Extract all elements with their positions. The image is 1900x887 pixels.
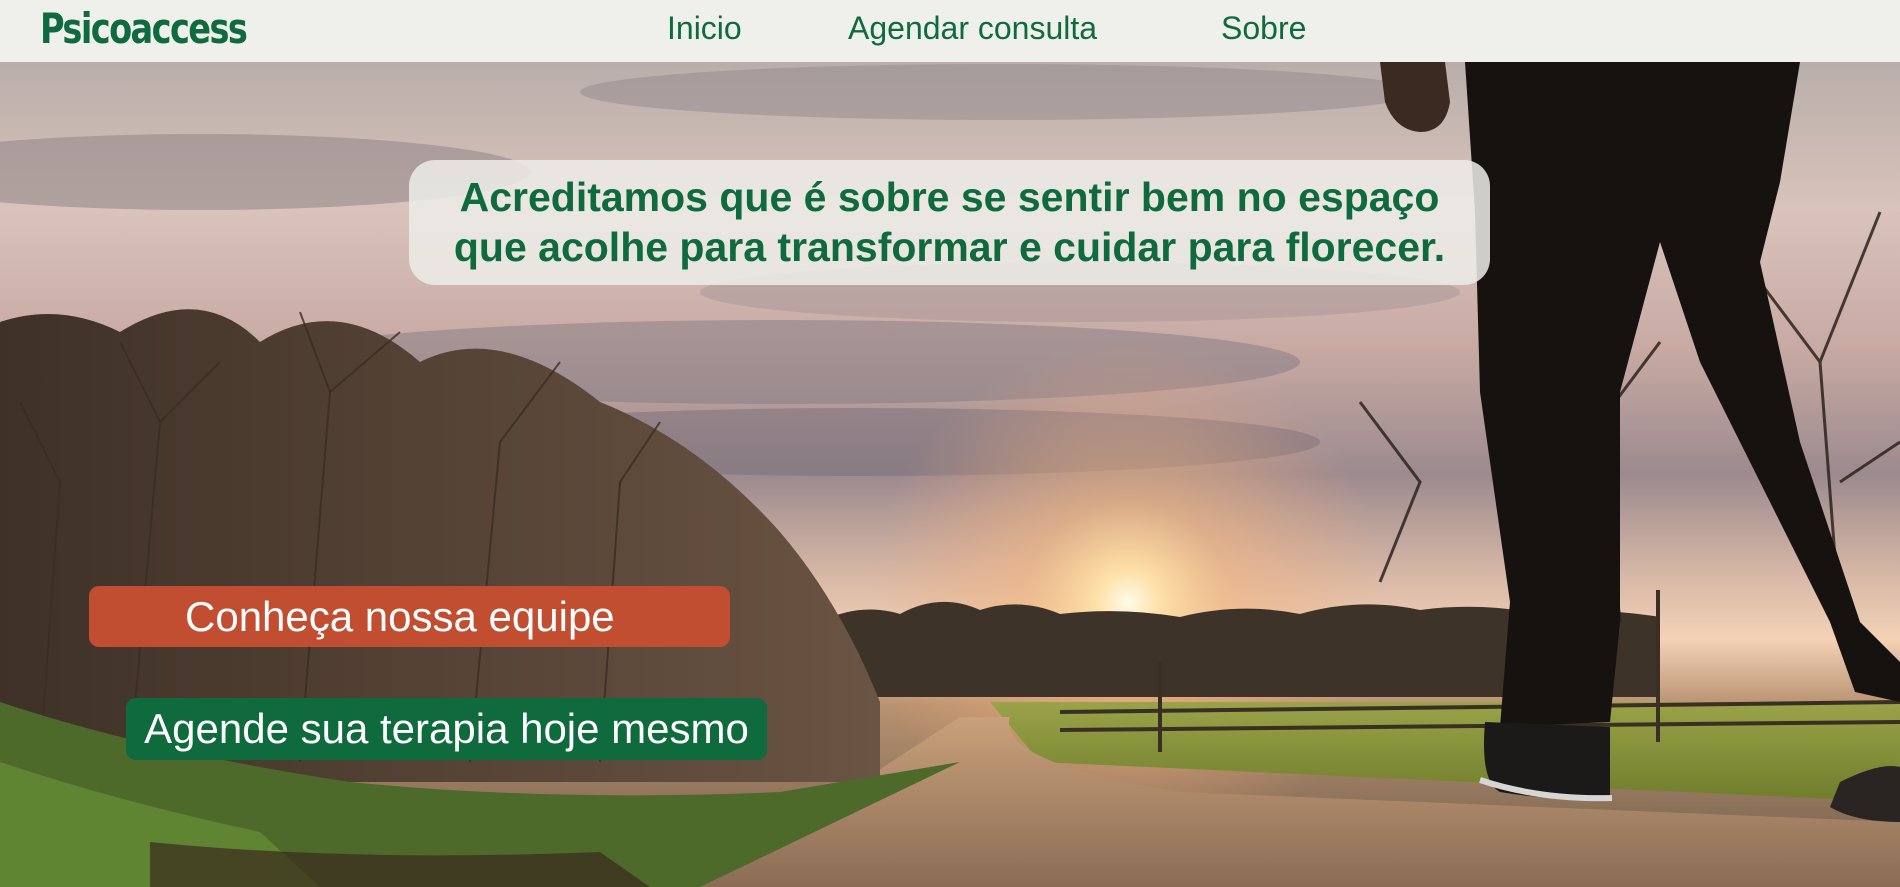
landing-page: Psicoaccess Inicio Agendar consulta Sobr… bbox=[0, 0, 1900, 887]
meet-our-team-button[interactable]: Conheça nossa equipe bbox=[89, 586, 730, 647]
hero-tagline-line-1: Acreditamos que é sobre se sentir bem no… bbox=[459, 174, 1440, 220]
top-navigation-bar: Psicoaccess Inicio Agendar consulta Sobr… bbox=[0, 0, 1900, 62]
hero-tagline: Acreditamos que é sobre se sentir bem no… bbox=[409, 160, 1490, 285]
nav-link-agendar-consulta[interactable]: Agendar consulta bbox=[848, 10, 1097, 47]
site-logo[interactable]: Psicoaccess bbox=[40, 4, 248, 53]
nav-link-inicio[interactable]: Inicio bbox=[667, 10, 742, 47]
book-therapy-button[interactable]: Agende sua terapia hoje mesmo bbox=[126, 698, 767, 760]
nav-link-sobre[interactable]: Sobre bbox=[1221, 10, 1306, 47]
hero-tagline-line-2: que acolhe para transformar e cuidar par… bbox=[453, 224, 1446, 270]
